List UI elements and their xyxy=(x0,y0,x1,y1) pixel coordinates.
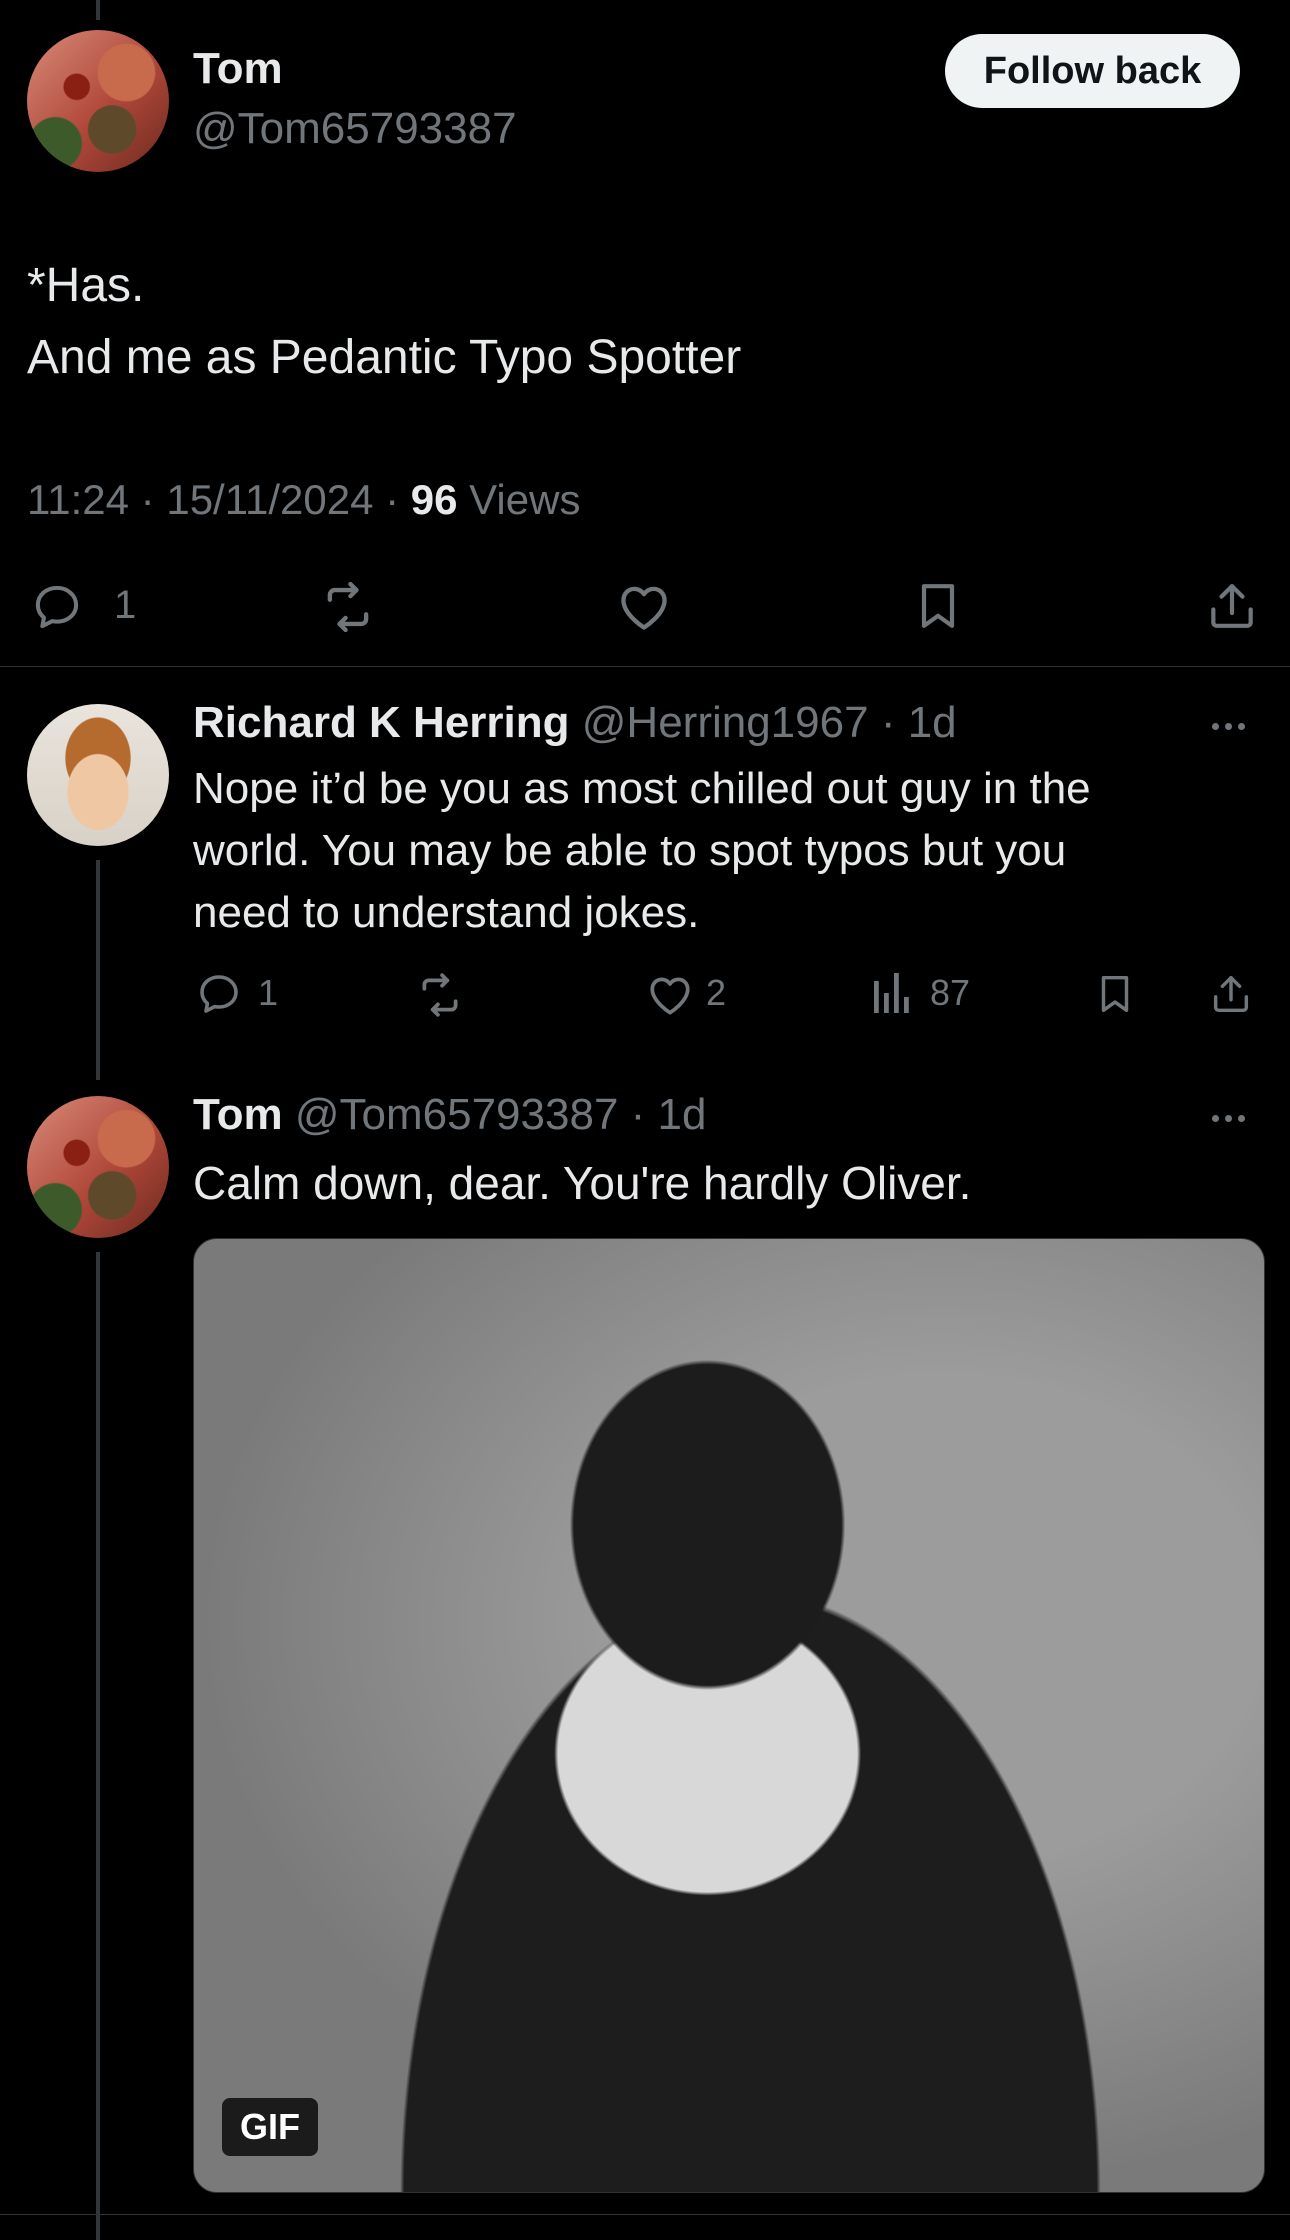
reply-text-line-1: Nope it’d be you as most chilled out guy… xyxy=(193,764,1091,813)
meta-separator: · xyxy=(630,1090,646,1139)
tweet-text-line-2: And me as Pedantic Typo Spotter xyxy=(27,331,742,384)
author-handle[interactable]: @Tom65793387 xyxy=(295,1090,619,1139)
reply-count: 1 xyxy=(258,972,279,1013)
tweet-time[interactable]: 11:24 xyxy=(27,476,129,523)
meta-separator: · xyxy=(140,476,155,523)
thread-line xyxy=(96,1252,100,2240)
author-display-name[interactable]: Tom xyxy=(193,44,283,94)
reply-count: 1 xyxy=(114,583,137,627)
reply-header: Richard K Herring @Herring1967 · 1d xyxy=(193,698,957,748)
thread-line xyxy=(96,860,100,1080)
follow-back-button[interactable]: Follow back xyxy=(945,34,1240,108)
tweet-text-line-1: *Has. xyxy=(27,259,145,312)
views-label[interactable]: Views xyxy=(469,476,580,523)
thread-connector-top xyxy=(96,0,100,20)
views-count[interactable]: 96 xyxy=(411,476,458,523)
reply-icon[interactable] xyxy=(30,580,84,634)
meta-separator: · xyxy=(880,698,896,747)
avatar[interactable] xyxy=(27,30,169,172)
reply-text: Calm down, dear. You're hardly Oliver. xyxy=(193,1157,972,1209)
gif-media[interactable] xyxy=(193,1238,1265,2193)
reply-text-line-3: need to understand jokes. xyxy=(193,888,700,937)
bookmark-icon[interactable] xyxy=(910,576,966,636)
view-count: 87 xyxy=(930,972,971,1013)
author-display-name[interactable]: Tom xyxy=(193,1090,283,1139)
avatar[interactable] xyxy=(27,704,169,846)
author-handle[interactable]: @Tom65793387 xyxy=(193,104,517,154)
divider xyxy=(0,2214,1290,2215)
avatar[interactable] xyxy=(27,1096,169,1238)
retweet-icon[interactable] xyxy=(414,970,466,1020)
reply-text-line-2: world. You may be able to spot typos but… xyxy=(193,826,1067,875)
more-options-icon[interactable] xyxy=(1212,1106,1260,1130)
like-icon[interactable] xyxy=(644,970,696,1020)
post-age[interactable]: 1d xyxy=(908,698,957,747)
meta-separator: · xyxy=(385,476,400,523)
divider xyxy=(0,666,1290,667)
more-options-icon[interactable] xyxy=(1212,714,1260,738)
post-age[interactable]: 1d xyxy=(658,1090,707,1139)
tweet-date[interactable]: 15/11/2024 xyxy=(166,476,373,523)
like-icon[interactable] xyxy=(614,578,674,636)
reply-header: Tom @Tom65793387 · 1d xyxy=(193,1090,707,1140)
views-icon[interactable] xyxy=(870,968,914,1018)
tweet-meta: 11:24 · 15/11/2024 · 96 Views xyxy=(27,476,580,524)
author-handle[interactable]: @Herring1967 xyxy=(582,698,869,747)
reply-icon[interactable] xyxy=(195,970,243,1018)
share-icon[interactable] xyxy=(1208,968,1254,1020)
share-icon[interactable] xyxy=(1204,576,1260,636)
retweet-icon[interactable] xyxy=(318,578,378,636)
like-count: 2 xyxy=(706,972,727,1013)
gif-badge: GIF xyxy=(222,2098,318,2156)
bookmark-icon[interactable] xyxy=(1092,968,1138,1020)
author-display-name[interactable]: Richard K Herring xyxy=(193,698,570,747)
